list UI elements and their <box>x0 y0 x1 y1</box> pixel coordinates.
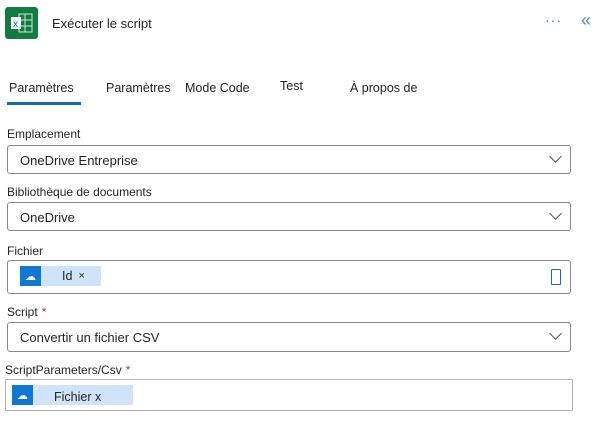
script-label: Script * <box>7 305 46 319</box>
location-dropdown[interactable]: OneDrive Entreprise <box>7 145 571 174</box>
location-value: OneDrive Entreprise <box>20 153 138 168</box>
required-marker: * <box>41 305 47 319</box>
csv-token: ☁ Fichier x <box>12 385 133 405</box>
action-title: Exécuter le script <box>52 16 152 31</box>
file-token-label: Id <box>62 269 73 283</box>
remove-token-button[interactable]: × <box>78 270 84 282</box>
script-label-text: Script <box>7 305 38 319</box>
tab-a-propos[interactable]: À propos de <box>350 81 417 95</box>
tab-parametres[interactable]: Paramètres <box>9 81 74 95</box>
file-input[interactable]: ☁ Id × <box>7 260 571 294</box>
tab-test[interactable]: Test <box>280 79 303 93</box>
required-marker: * <box>125 363 131 377</box>
script-dropdown[interactable]: Convertir un fichier CSV <box>7 322 571 352</box>
library-value: OneDrive <box>20 210 75 225</box>
library-label: Bibliothèque de documents <box>7 185 152 199</box>
file-token: ☁ Id × <box>20 266 101 286</box>
csv-input[interactable]: ☁ Fichier x <box>5 379 573 411</box>
csv-token-label: Fichier x <box>54 390 102 404</box>
tab-mode-code[interactable]: Mode Code <box>185 81 250 95</box>
excel-icon: x <box>5 7 38 39</box>
collapse-icon[interactable]: « <box>581 10 591 31</box>
onedrive-icon: ☁ <box>20 266 41 286</box>
tab-parametres-2[interactable]: Paramètres <box>106 81 171 95</box>
file-label: Fichier <box>7 244 44 258</box>
library-dropdown[interactable]: OneDrive <box>7 202 571 231</box>
svg-text:x: x <box>13 19 18 30</box>
chevron-down-icon <box>549 150 562 163</box>
csv-label-text: ScriptParameters/Csv <box>5 363 122 377</box>
chevron-down-icon <box>549 207 562 220</box>
chevron-down-icon <box>549 327 562 340</box>
onedrive-icon: ☁ <box>12 385 33 405</box>
script-value: Convertir un fichier CSV <box>20 330 160 345</box>
file-picker-icon[interactable] <box>551 269 561 285</box>
location-label: Emplacement <box>7 127 81 141</box>
active-tab-indicator <box>7 102 81 105</box>
more-options-button[interactable]: ··· <box>545 12 562 28</box>
csv-label: ScriptParameters/Csv * <box>5 363 130 377</box>
